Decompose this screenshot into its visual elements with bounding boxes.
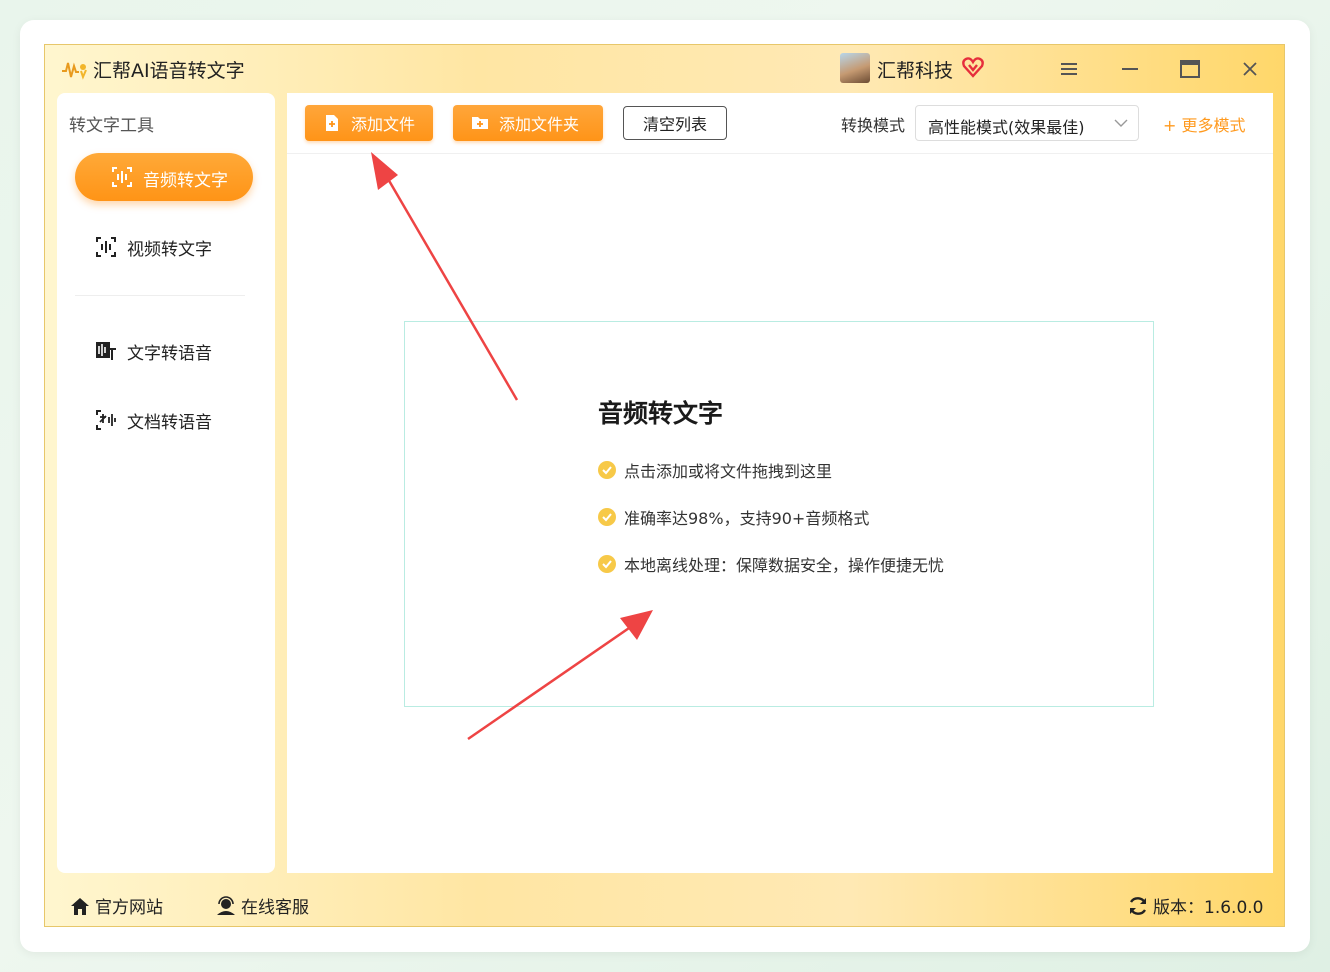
user-name[interactable]: 汇帮科技 [877, 56, 953, 83]
home-icon [71, 897, 89, 915]
refresh-icon [1129, 896, 1147, 915]
sidebar-divider [75, 295, 245, 296]
mode-select-value: 高性能模式(效果最佳) [928, 118, 1085, 137]
close-button[interactable] [1236, 55, 1264, 83]
sidebar: 转文字工具 音频转文字 视频转文字 文字转语音 文档转语音 [57, 93, 275, 873]
vip-heart-icon[interactable] [961, 55, 985, 79]
file-dropzone[interactable]: 音频转文字 点击添加或将文件拖拽到这里 准确率达98%，支持90+音频格式 本地… [404, 321, 1154, 707]
feature-item: 准确率达98%，支持90+音频格式 [598, 505, 869, 529]
user-avatar[interactable] [840, 53, 870, 83]
clear-list-button[interactable]: 清空列表 [623, 106, 727, 140]
sidebar-heading: 转文字工具 [69, 116, 154, 136]
text-to-speech-icon [96, 342, 116, 360]
add-folder-icon [472, 117, 488, 129]
app-title: 汇帮AI语音转文字 [93, 60, 245, 82]
hamburger-menu-icon [1061, 63, 1077, 75]
feature-text: 准确率达98%，支持90+音频格式 [624, 509, 870, 528]
check-circle-icon [598, 508, 616, 526]
version-info[interactable]: 版本：1.6.0.0 [1127, 893, 1263, 918]
mode-select[interactable]: 高性能模式(效果最佳) [915, 105, 1139, 141]
chevron-down-icon [1114, 119, 1128, 127]
title-bar: 汇帮AI语音转文字 汇帮科技 [45, 45, 1284, 93]
sidebar-item-label: 音频转文字 [143, 171, 228, 191]
add-folder-button[interactable]: 添加文件夹 [453, 105, 603, 141]
sidebar-item-label: 文字转语音 [127, 343, 212, 364]
check-circle-icon [598, 555, 616, 573]
toolbar: 添加文件 添加文件夹 清空列表 转换模式 高性能模式(效果最佳) + 更多模式 [287, 93, 1273, 154]
add-file-button[interactable]: 添加文件 [305, 105, 433, 141]
feature-text: 本地离线处理：保障数据安全，操作便捷无忧 [624, 556, 945, 575]
close-icon [1243, 62, 1257, 76]
add-file-icon [326, 115, 338, 131]
mode-label: 转换模式 [841, 116, 906, 135]
add-file-label: 添加文件 [351, 115, 416, 134]
minimize-icon [1122, 68, 1138, 70]
official-website-label: 官方网站 [95, 898, 163, 918]
video-scan-icon [96, 237, 116, 257]
sidebar-item-video-to-text[interactable]: 视频转文字 [95, 233, 212, 261]
feature-item: 本地离线处理：保障数据安全，操作便捷无忧 [598, 552, 944, 576]
main-content: 添加文件 添加文件夹 清空列表 转换模式 高性能模式(效果最佳) + 更多模式 … [287, 93, 1273, 873]
customer-service-icon [217, 895, 235, 915]
footer: 官方网站 在线客服 版本：1.6.0.0 [45, 877, 1284, 927]
sidebar-item-label: 视频转文字 [127, 239, 212, 260]
check-circle-icon [598, 461, 616, 479]
online-support-link[interactable]: 在线客服 [215, 893, 309, 918]
sidebar-item-document-to-speech[interactable]: 文档转语音 [95, 406, 212, 434]
feature-item: 点击添加或将文件拖拽到这里 [598, 458, 832, 482]
online-support-label: 在线客服 [241, 898, 309, 918]
sidebar-item-label: 文档转语音 [127, 412, 212, 433]
app-logo-icon [62, 62, 87, 80]
official-website-link[interactable]: 官方网站 [69, 893, 163, 918]
app-window: 汇帮AI语音转文字 汇帮科技 转文字工具 音频转文字 视频转文字 文字转语音 文… [44, 44, 1285, 927]
menu-button[interactable] [1055, 55, 1083, 83]
maximize-button[interactable] [1176, 55, 1204, 83]
dropzone-title: 音频转文字 [598, 399, 724, 428]
maximize-icon [1180, 60, 1200, 78]
feature-text: 点击添加或将文件拖拽到这里 [624, 462, 833, 481]
minimize-button[interactable] [1116, 55, 1144, 83]
version-label: 版本：1.6.0.0 [1153, 898, 1264, 918]
document-to-speech-icon [96, 410, 116, 430]
add-folder-label: 添加文件夹 [499, 115, 580, 134]
sidebar-item-audio-to-text[interactable]: 音频转文字 [75, 153, 253, 201]
sidebar-item-text-to-speech[interactable]: 文字转语音 [95, 337, 212, 365]
more-modes-link[interactable]: + 更多模式 [1163, 112, 1246, 136]
audio-scan-icon [112, 167, 132, 187]
